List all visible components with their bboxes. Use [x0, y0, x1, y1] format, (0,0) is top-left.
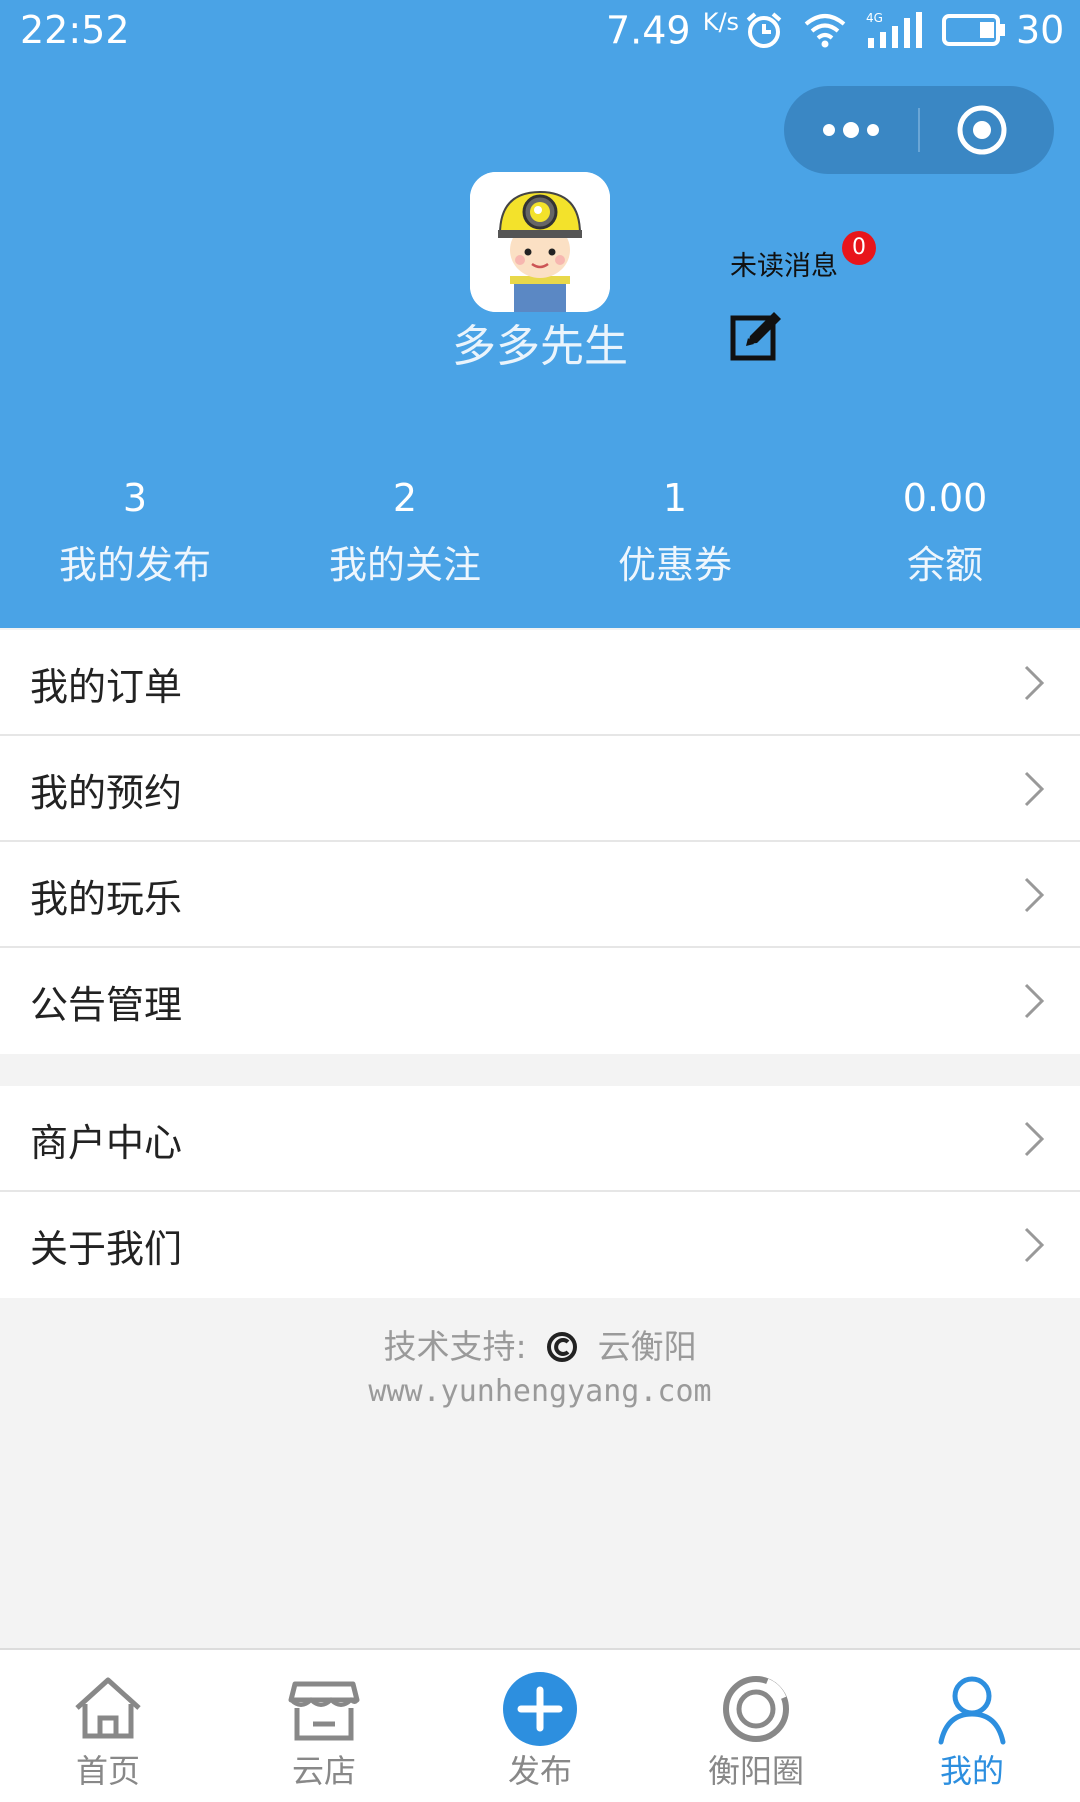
- battery-icon: [942, 14, 1005, 46]
- wifi-icon: [804, 14, 846, 48]
- footer-url[interactable]: www.yunhengyang.com: [0, 1374, 1080, 1409]
- menu-item-announcements[interactable]: 公告管理: [0, 948, 1080, 1054]
- stat-coupons[interactable]: 1 优惠券: [540, 470, 810, 600]
- network-type-label: 4G: [866, 11, 883, 25]
- tab-cloud-store[interactable]: 云店: [216, 1650, 432, 1802]
- stat-my-posts[interactable]: 3 我的发布: [0, 470, 270, 600]
- stat-label: 我的发布: [58, 543, 211, 587]
- tab-label: 衡阳圈: [707, 1752, 804, 1790]
- stats-row: 3 我的发布 2 我的关注 1 优惠券 0.00 余额: [0, 470, 1080, 600]
- circle-ring-icon: [723, 1676, 789, 1742]
- unread-messages-link[interactable]: 未读消息: [730, 244, 838, 283]
- menu-group-main: 我的订单 我的预约 我的玩乐 公告管理: [0, 630, 1080, 1054]
- chevron-right-icon: [1024, 877, 1045, 913]
- brand-logo-icon: [547, 1332, 578, 1362]
- menu-group-secondary: 商户中心 关于我们: [0, 1086, 1080, 1298]
- avatar[interactable]: [470, 172, 610, 312]
- signal-icon: 4G: [866, 11, 922, 48]
- tab-publish[interactable]: 发布: [432, 1650, 648, 1802]
- more-options-icon[interactable]: [784, 86, 918, 174]
- minion-avatar-icon: [470, 172, 610, 312]
- tab-label: 云店: [291, 1752, 356, 1790]
- tech-support-label: 技术支持:: [383, 1327, 527, 1366]
- stat-label: 我的关注: [328, 543, 481, 587]
- chevron-right-icon: [1024, 771, 1045, 807]
- stat-balance[interactable]: 0.00 余额: [810, 470, 1080, 600]
- stat-value: 0.00: [902, 476, 988, 520]
- username: 多多先生: [452, 321, 628, 372]
- stat-label: 优惠券: [617, 543, 732, 587]
- menu-item-label: 商户中心: [30, 1121, 183, 1165]
- chevron-right-icon: [1024, 665, 1045, 701]
- status-bar: 22:52 7.49 K/s 4G 30: [0, 0, 1080, 64]
- status-speed-value: 7.49: [606, 8, 691, 53]
- miniprogram-capsule: [784, 86, 1054, 174]
- menu-item-label: 公告管理: [30, 983, 183, 1027]
- stat-value: 2: [392, 476, 418, 520]
- menu-item-label: 关于我们: [30, 1227, 183, 1271]
- tab-label: 我的: [939, 1752, 1004, 1790]
- user-icon: [938, 1676, 1006, 1745]
- tab-mine[interactable]: 我的: [864, 1650, 1080, 1802]
- tab-hengyang-circle[interactable]: 衡阳圈: [648, 1650, 864, 1802]
- menu-item-label: 我的预约: [30, 771, 183, 815]
- menu-item-merchant-center[interactable]: 商户中心: [0, 1086, 1080, 1192]
- stat-value: 3: [122, 476, 148, 520]
- tab-label: 首页: [75, 1752, 140, 1790]
- profile-header: 22:52 7.49 K/s 4G 30 多多先生 未读消息 0 3 我的发布 …: [0, 0, 1080, 628]
- menu-item-my-appointments[interactable]: 我的预约: [0, 736, 1080, 842]
- stat-label: 余额: [906, 543, 983, 587]
- alarm-icon: [746, 12, 782, 48]
- edit-icon[interactable]: [730, 308, 784, 362]
- plus-circle-icon: [503, 1672, 577, 1746]
- status-speed-unit: K/s: [702, 8, 740, 36]
- menu-item-my-entertainment[interactable]: 我的玩乐: [0, 842, 1080, 948]
- close-target-icon[interactable]: [920, 86, 1054, 174]
- stat-my-follows[interactable]: 2 我的关注: [270, 470, 540, 600]
- tech-support-credit: 技术支持: 云衡阳: [0, 1320, 1080, 1368]
- menu-item-about-us[interactable]: 关于我们: [0, 1192, 1080, 1298]
- store-icon: [288, 1681, 360, 1741]
- chevron-right-icon: [1024, 1121, 1045, 1157]
- stat-value: 1: [662, 476, 688, 520]
- menu-item-label: 我的玩乐: [30, 877, 183, 921]
- chevron-right-icon: [1024, 1227, 1045, 1263]
- tab-label: 发布: [507, 1752, 572, 1790]
- status-network-speed: 7.49 K/s: [606, 8, 739, 53]
- battery-level: 30: [1016, 8, 1065, 52]
- chevron-right-icon: [1024, 983, 1045, 1019]
- brand-name: 云衡阳: [597, 1327, 697, 1366]
- home-icon: [75, 1677, 141, 1739]
- bottom-tab-bar: 首页 云店 发布 衡阳圈 我的: [0, 1648, 1080, 1802]
- unread-count-badge: 0: [842, 231, 876, 265]
- menu-item-my-orders[interactable]: 我的订单: [0, 630, 1080, 736]
- menu-item-label: 我的订单: [30, 665, 183, 709]
- status-time: 22:52: [20, 8, 130, 52]
- tab-home[interactable]: 首页: [0, 1650, 216, 1802]
